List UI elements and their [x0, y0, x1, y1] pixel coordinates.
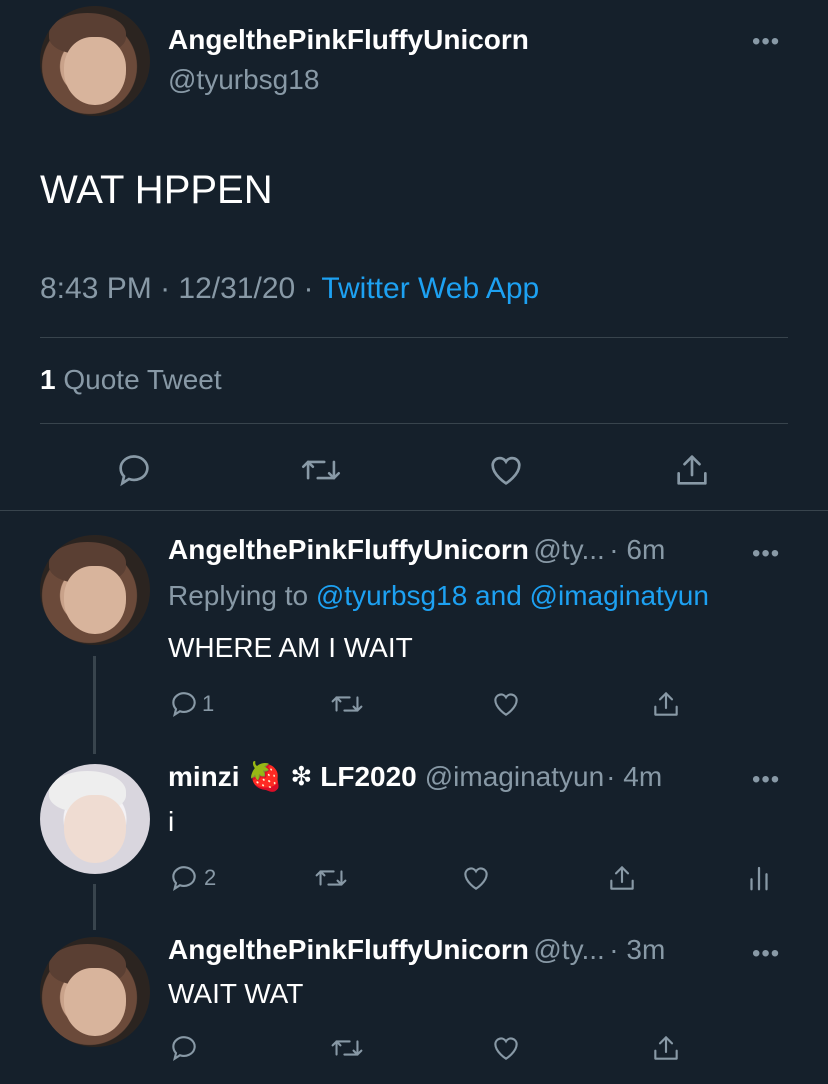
quote-label: Quote Tweet: [63, 364, 222, 395]
retweet-icon[interactable]: [314, 862, 348, 894]
reply-icon[interactable]: [114, 450, 154, 490]
author-name-suffix[interactable]: LF2020: [320, 761, 417, 793]
reply-header: AngelthePinkFluffyUnicorn @ty... · 6m: [168, 534, 665, 566]
reply-icon[interactable]: [168, 1032, 200, 1064]
like-icon[interactable]: [460, 862, 492, 894]
reply-age: · 4m: [606, 760, 663, 792]
avatar[interactable]: [40, 764, 150, 874]
share-icon[interactable]: [672, 450, 712, 490]
sparkle-icon: ❇: [290, 761, 313, 791]
quote-count: 1: [40, 364, 56, 395]
meta-separator: ·: [160, 272, 171, 305]
tweet-text: WAT HPPEN: [40, 168, 273, 212]
reply-header: minzi 🍓 ❇ LF2020 @imaginatyun · 4m: [168, 760, 662, 793]
retweet-icon[interactable]: [300, 450, 342, 490]
author-name[interactable]: AngelthePinkFluffyUnicorn: [168, 934, 529, 965]
author-name[interactable]: AngelthePinkFluffyUnicorn: [168, 24, 529, 56]
reply-count: 2: [204, 865, 217, 890]
avatar[interactable]: [40, 937, 150, 1047]
more-options-icon[interactable]: •••: [752, 28, 780, 56]
reply-icon: [168, 862, 200, 894]
more-options-icon[interactable]: •••: [752, 540, 780, 568]
more-options-icon[interactable]: •••: [752, 766, 780, 794]
reply-age: · 3m: [609, 934, 666, 965]
reply-icon: [168, 688, 200, 720]
tweet-meta: 8:43 PM · 12/31/20 · Twitter Web App: [40, 272, 539, 306]
avatar[interactable]: [40, 535, 150, 645]
reply-button[interactable]: 2: [168, 862, 216, 894]
author-name[interactable]: minzi: [168, 761, 240, 793]
share-icon[interactable]: [650, 1032, 682, 1064]
author-handle[interactable]: @ty...: [533, 934, 604, 965]
strawberry-icon: 🍓: [247, 761, 283, 792]
like-icon[interactable]: [490, 1032, 522, 1064]
like-icon[interactable]: [486, 450, 526, 490]
divider: [40, 337, 788, 338]
mention-link[interactable]: @tyurbsg18: [316, 580, 467, 611]
retweet-icon[interactable]: [330, 1032, 364, 1064]
thread-line: [93, 884, 96, 930]
avatar[interactable]: [40, 6, 150, 116]
tweet-date: 12/31/20: [178, 272, 296, 305]
reply-count: 1: [202, 691, 215, 716]
mention-link[interactable]: @imaginatyun: [530, 580, 709, 611]
quote-tweets-link[interactable]: 1 Quote Tweet: [40, 364, 222, 396]
more-options-icon[interactable]: •••: [752, 940, 780, 968]
like-icon[interactable]: [490, 688, 522, 720]
tweet-time: 8:43 PM: [40, 272, 152, 305]
author-handle[interactable]: @imaginatyun: [425, 761, 604, 793]
reply-age: · 6m: [609, 534, 666, 565]
share-icon[interactable]: [606, 862, 638, 894]
reply-text: WHERE AM I WAIT: [168, 632, 413, 663]
reply-header: AngelthePinkFluffyUnicorn @ty... · 3m: [168, 934, 665, 966]
author-handle[interactable]: @tyurbsg18: [168, 64, 319, 96]
analytics-icon[interactable]: [744, 862, 774, 894]
share-icon[interactable]: [650, 688, 682, 720]
meta-separator: ·: [303, 272, 314, 305]
reply-text: WAIT WAT: [168, 978, 304, 1009]
reply-button[interactable]: 1: [168, 688, 214, 720]
reply-text: i: [168, 806, 175, 837]
tweet-source-link[interactable]: Twitter Web App: [321, 272, 539, 305]
replying-prefix: Replying to: [168, 580, 309, 611]
divider: [40, 423, 788, 424]
author-name[interactable]: AngelthePinkFluffyUnicorn: [168, 534, 529, 565]
author-handle[interactable]: @ty...: [533, 534, 604, 565]
retweet-icon[interactable]: [330, 688, 364, 720]
thread-line: [93, 656, 96, 754]
divider: [0, 510, 828, 511]
replying-to: Replying to @tyurbsg18 and @imaginatyun: [168, 580, 709, 612]
replying-and: and: [475, 580, 522, 611]
